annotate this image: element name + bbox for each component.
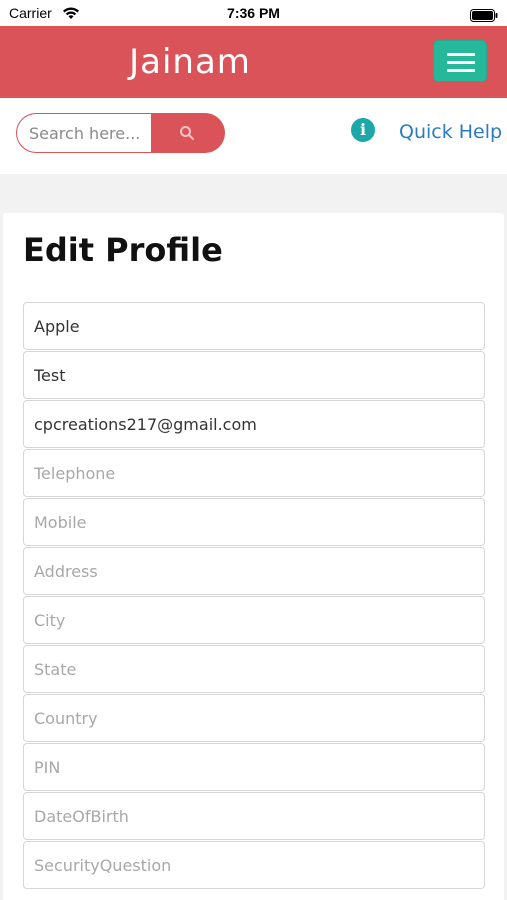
search-bar-row: i Quick Help — [0, 98, 507, 174]
info-icon[interactable]: i — [351, 118, 375, 142]
search-input[interactable] — [16, 113, 156, 153]
state-field[interactable] — [23, 645, 485, 693]
pin-field[interactable] — [23, 743, 485, 791]
email-field[interactable] — [23, 400, 485, 448]
search-button[interactable] — [151, 113, 225, 153]
security-question-field[interactable] — [23, 841, 485, 889]
brand-logo[interactable]: Jainam — [0, 42, 380, 82]
first-name-field[interactable] — [23, 302, 485, 350]
page-title: Edit Profile — [23, 231, 223, 269]
top-navbar: Jainam — [0, 26, 507, 98]
country-field[interactable] — [23, 694, 485, 742]
city-field[interactable] — [23, 596, 485, 644]
telephone-field[interactable] — [23, 449, 485, 497]
date-of-birth-field[interactable] — [23, 792, 485, 840]
address-field[interactable] — [23, 547, 485, 595]
search-icon — [180, 126, 194, 140]
clock: 7:36 PM — [227, 5, 280, 21]
mobile-field[interactable] — [23, 498, 485, 546]
battery-icon — [470, 7, 498, 26]
quick-help-link[interactable]: Quick Help — [399, 121, 502, 143]
hamburger-menu-button[interactable] — [433, 40, 487, 82]
status-bar: Carrier 7:36 PM — [0, 0, 507, 26]
edit-profile-card: Edit Profile — [3, 213, 504, 900]
last-name-field[interactable] — [23, 351, 485, 399]
